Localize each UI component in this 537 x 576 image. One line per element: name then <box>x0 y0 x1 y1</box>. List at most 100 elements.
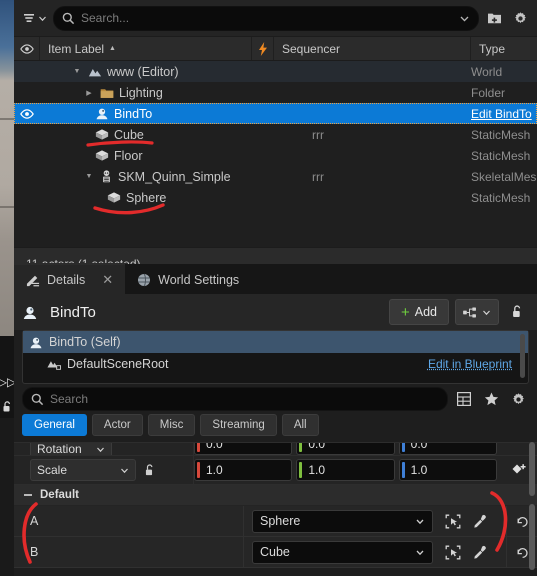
chevron-down-icon <box>460 16 469 22</box>
static-mesh-icon <box>95 129 109 140</box>
filter-all[interactable]: All <box>281 414 319 436</box>
filter-streaming[interactable]: Streaming <box>200 414 277 436</box>
outliner-row-cube[interactable]: Cube rrr StaticMesh <box>14 124 537 145</box>
outliner-row-www-editor[interactable]: ▼ www (Editor) World <box>14 61 537 82</box>
scale-label: Scale <box>37 463 68 477</box>
component-row-defaultsceneroot[interactable]: DefaultSceneRoot Edit in Blueprint <box>23 353 528 375</box>
component-list-scrollbar[interactable] <box>520 334 525 378</box>
details-scrollbar-lower[interactable] <box>529 504 535 570</box>
property-b-dropdown[interactable]: Cube <box>252 540 433 564</box>
property-a-value: Sphere <box>260 514 301 528</box>
grid-icon <box>457 392 471 406</box>
browse-to-asset-button[interactable] <box>443 511 463 531</box>
new-folder-button[interactable] <box>483 7 505 29</box>
row-sequencer: rrr <box>312 169 324 184</box>
eyedropper-button[interactable] <box>470 542 490 562</box>
scale-vector: 1.0 1.0 1.0 <box>194 459 503 481</box>
star-icon <box>484 392 498 406</box>
component-label: BindTo (Self) <box>49 335 121 349</box>
outliner-row-lighting[interactable]: ▶ Lighting Folder <box>14 82 537 103</box>
viewport-sliver[interactable] <box>0 0 14 336</box>
row-sequencer: rrr <box>312 127 324 142</box>
property-row-scale[interactable]: Scale 1.0 1.0 1.0 <box>14 456 537 485</box>
eyedropper-button[interactable] <box>470 511 490 531</box>
row-visibility-toggle[interactable] <box>14 108 40 119</box>
scale-y-input[interactable]: 1.0 <box>296 459 395 481</box>
outliner-row-floor[interactable]: Floor StaticMesh <box>14 145 537 166</box>
details-scrollbar[interactable] <box>529 442 535 496</box>
outliner-row-skm-quinn-simple[interactable]: ▼ SKM_Quinn_Simple rrr SkeletalMes <box>14 166 537 187</box>
filter-actor[interactable]: Actor <box>91 414 143 436</box>
tab-details-label: Details <box>47 272 86 287</box>
tab-details[interactable]: Details ✕ <box>14 263 126 294</box>
property-a-dropdown[interactable]: Sphere <box>252 509 433 533</box>
expand-twisty-icon[interactable]: ▶ <box>83 89 95 97</box>
outliner-settings-button[interactable] <box>509 7 531 29</box>
scale-z-input[interactable]: 1.0 <box>398 459 497 481</box>
section-header-default[interactable]: Default <box>14 485 537 506</box>
rotation-y-value: 0.0 <box>308 443 326 451</box>
scale-label-cell: Scale <box>14 456 194 484</box>
filter-misc[interactable]: Misc <box>147 414 196 436</box>
filter-general[interactable]: General <box>22 414 87 436</box>
rotation-z-input[interactable]: 0.0 <box>398 443 497 455</box>
chevron-down-icon <box>483 310 490 315</box>
static-mesh-icon <box>95 150 109 161</box>
column-header-item-label[interactable]: Item Label ▲ <box>40 37 252 60</box>
row-label: Floor <box>40 149 252 163</box>
expand-twisty-icon[interactable]: ▼ <box>83 173 95 180</box>
property-row-b[interactable]: B Cube <box>14 537 537 568</box>
column-view-button[interactable] <box>453 388 475 410</box>
details-lock-button[interactable] <box>505 300 529 324</box>
outliner-row-sphere[interactable]: Sphere StaticMesh <box>14 187 537 208</box>
hierarchy-icon <box>463 306 476 318</box>
component-row-bindto-self[interactable]: BindTo (Self) <box>23 331 528 353</box>
skeletal-mesh-icon <box>103 170 110 183</box>
filter-icon <box>24 14 34 22</box>
outliner-row-bindto[interactable]: BindTo Edit BindTo <box>14 103 537 124</box>
outliner-search-input[interactable]: Search... <box>53 5 479 31</box>
close-icon[interactable]: ✕ <box>102 272 113 288</box>
component-list[interactable]: BindTo (Self) DefaultSceneRoot Edit in B… <box>22 330 529 384</box>
edit-in-blueprint-link[interactable]: Edit in Blueprint <box>428 357 512 371</box>
details-filter-buttons: General Actor Misc Streaming All <box>14 414 537 442</box>
details-title: BindTo <box>50 303 96 321</box>
property-b-label: B <box>14 537 244 567</box>
unreal-editor-window: ▷▷ Search... Item Label ▲ Sequencer Type… <box>0 0 537 576</box>
add-component-button[interactable]: + Add <box>388 299 449 325</box>
rotation-x-input[interactable]: 0.0 <box>194 443 293 455</box>
details-settings-button[interactable] <box>507 388 529 410</box>
column-header-visibility[interactable] <box>14 37 40 60</box>
browse-to-asset-button[interactable] <box>443 542 463 562</box>
tab-world-settings[interactable]: World Settings <box>125 265 251 294</box>
property-row-a[interactable]: A Sphere <box>14 506 537 537</box>
row-label: Cube <box>40 128 252 142</box>
column-header-sequencer[interactable]: Sequencer <box>274 37 471 60</box>
rotation-y-input[interactable]: 0.0 <box>296 443 395 455</box>
scale-x-input[interactable]: 1.0 <box>194 459 293 481</box>
property-row-rotation[interactable]: Rotation 0.0 0.0 0.0 <box>14 443 537 456</box>
blueprint-dropdown-button[interactable] <box>455 299 499 325</box>
row-name-text: Cube <box>114 127 144 142</box>
outliner-tree[interactable]: ▼ www (Editor) World ▶ Lighting Folder B… <box>14 61 537 247</box>
favorites-button[interactable] <box>480 388 502 410</box>
component-label: DefaultSceneRoot <box>67 357 169 371</box>
scale-y-value: 1.0 <box>308 463 326 477</box>
filter-button[interactable] <box>20 8 49 28</box>
collapse-icon[interactable] <box>24 494 32 496</box>
rotation-combo[interactable]: Rotation <box>30 443 112 455</box>
expand-twisty-icon[interactable]: ▼ <box>71 68 83 75</box>
sort-ascending-icon: ▲ <box>109 45 116 52</box>
details-search-row: Search <box>14 384 537 414</box>
chevron-down-icon <box>416 550 424 555</box>
scale-combo[interactable]: Scale <box>30 459 136 481</box>
expand-panel-arrow-icon[interactable]: ▷▷ <box>0 372 16 392</box>
blueprint-actor-icon <box>30 337 42 348</box>
add-keyframe-icon <box>512 464 526 474</box>
viewport-lock-icon[interactable] <box>0 396 14 418</box>
folder-icon <box>100 88 114 98</box>
row-type-edit-link[interactable]: Edit BindTo <box>471 107 537 121</box>
details-search-input[interactable]: Search <box>22 387 448 411</box>
column-header-sequencer-bolt[interactable] <box>252 37 274 60</box>
column-header-type[interactable]: Type <box>471 37 537 60</box>
